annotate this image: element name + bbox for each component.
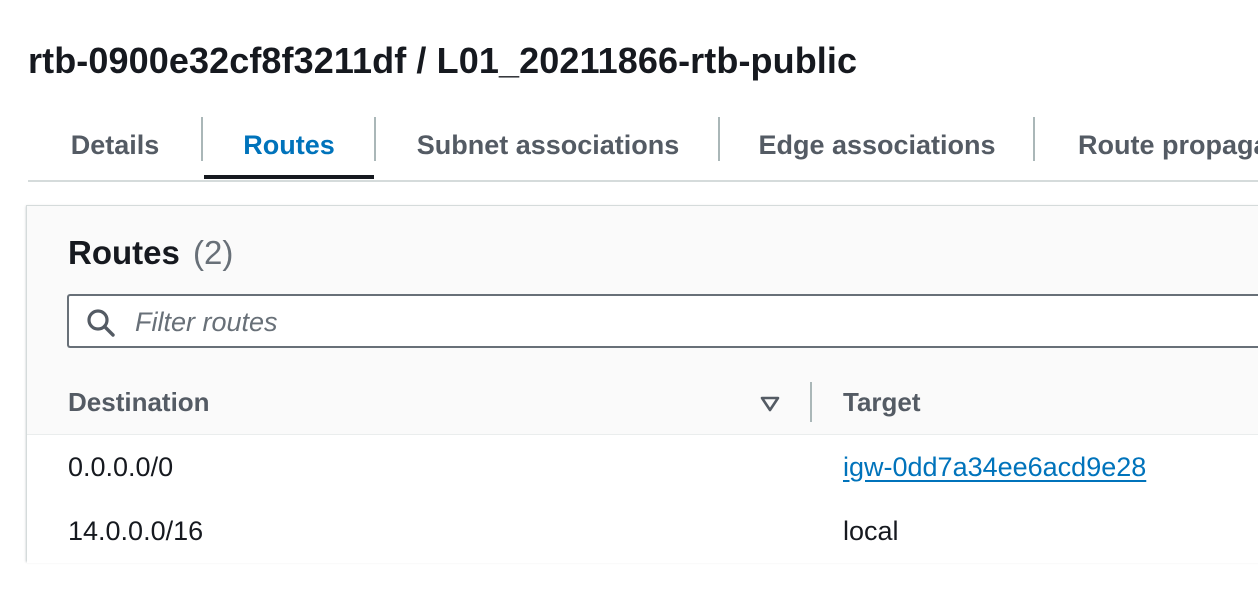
sort-descending-icon[interactable] xyxy=(760,396,780,412)
tab-routes[interactable]: Routes xyxy=(204,112,374,179)
tab-bar: Details Routes Subnet associations Edge … xyxy=(28,112,1258,182)
routes-panel: Routes (2) Destination Target 0.0.0.0/0 … xyxy=(26,205,1258,563)
tab-edge-associations[interactable]: Edge associations xyxy=(720,112,1034,178)
tab-separator xyxy=(1033,117,1035,161)
route-target: local xyxy=(843,516,899,546)
filter-routes-field[interactable] xyxy=(67,294,1258,348)
routes-count: (2) xyxy=(193,234,234,271)
column-header-target[interactable]: Target xyxy=(843,387,921,418)
routes-panel-title: Routes (2) xyxy=(68,234,233,272)
route-target-link[interactable]: igw-0dd7a34ee6acd9e28 xyxy=(843,452,1146,483)
table-row: 0.0.0.0/0 igw-0dd7a34ee6acd9e28 xyxy=(27,435,1258,500)
search-icon xyxy=(87,309,115,337)
routes-table-header: Destination Target xyxy=(27,372,1258,435)
tab-details[interactable]: Details xyxy=(28,112,202,178)
page-title: rtb-0900e32cf8f3211df / L01_20211866-rtb… xyxy=(28,40,858,81)
route-destination: 0.0.0.0/0 xyxy=(68,452,174,482)
filter-routes-input[interactable] xyxy=(133,296,1237,348)
tab-separator xyxy=(201,117,203,161)
routes-title-text: Routes xyxy=(68,234,180,271)
route-destination: 14.0.0.0/16 xyxy=(68,516,204,546)
routes-panel-header: Routes (2) xyxy=(27,206,1258,373)
tab-subnet-associations[interactable]: Subnet associations xyxy=(376,112,720,178)
table-row: 14.0.0.0/16 local xyxy=(27,499,1258,563)
column-header-destination[interactable]: Destination xyxy=(68,387,210,418)
column-resizer[interactable] xyxy=(810,382,812,422)
tab-route-propagation[interactable]: Route propaga xyxy=(1078,112,1258,178)
